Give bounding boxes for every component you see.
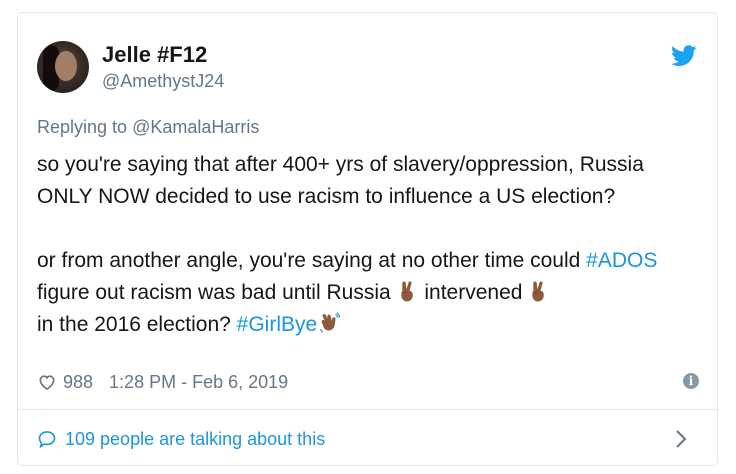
hashtag-girlbye-link[interactable]: #GirlBye [237,313,318,336]
display-name[interactable]: Jelle #F12 [102,43,224,67]
waving-hand-emoji [320,312,341,333]
tweet-header: Jelle #F12 @AmethystJ24 [37,41,697,101]
avatar[interactable] [37,41,89,93]
like-count: 988 [63,371,94,392]
tweet-card: Jelle #F12 @AmethystJ24 Replying to @Kam… [17,12,718,466]
tweet-paragraph-2: or from another angle, you're saying at … [37,245,697,341]
talking-count-text: 109 people are talking about this [65,428,326,449]
replying-prefix: Replying to [37,117,128,137]
heart-icon [39,375,55,391]
twitter-bird-icon[interactable] [671,45,697,67]
user-handle[interactable]: @AmethystJ24 [102,69,224,93]
chevron-right-icon[interactable] [671,429,691,449]
tweet-text-segment: or from another angle, you're saying at … [37,249,581,272]
tweet-meta: 988 1:28 PM - Feb 6, 2019 i [37,369,699,395]
tweet-text-segment: intervened [424,281,523,304]
user-names: Jelle #F12 @AmethystJ24 [102,43,224,93]
replying-mention-link[interactable]: @KamalaHarris [132,117,259,137]
victory-hand-emoji [400,281,413,302]
hashtag-ados-link[interactable]: #ADOS [586,249,657,272]
tweet-text: so you're saying that after 400+ yrs of … [37,149,697,341]
tweet-paragraph-1: so you're saying that after 400+ yrs of … [37,153,644,208]
tweet-text-segment: in the 2016 election? [37,313,231,336]
tweet-timestamp-link[interactable]: 1:28 PM - Feb 6, 2019 [109,372,288,393]
replying-to: Replying to @KamalaHarris [37,117,259,138]
info-icon[interactable]: i [683,373,699,389]
speech-bubble-icon [38,431,56,449]
tweet-text-segment: figure out racism was bad until Russia [37,281,391,304]
conversation-link[interactable]: 109 people are talking about this [37,425,699,453]
victory-hand-emoji [532,281,544,302]
like-button[interactable]: 988 [37,372,93,393]
divider [18,409,717,410]
